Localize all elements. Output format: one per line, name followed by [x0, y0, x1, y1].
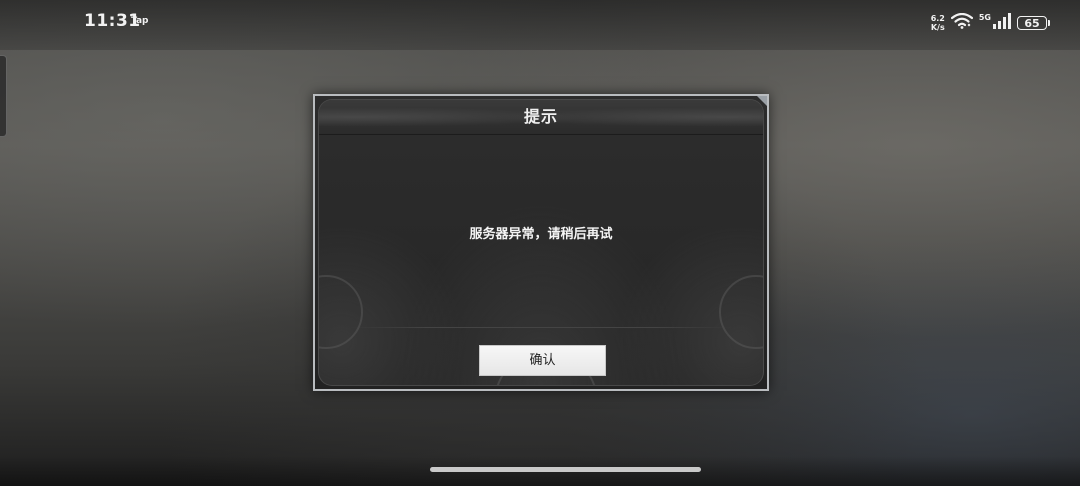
dialog-title: 提示 — [523, 107, 558, 126]
battery-icon: 65 — [1017, 16, 1050, 30]
dialog-message: 服务器异常，请稍后再试 — [469, 227, 613, 242]
home-indicator[interactable] — [430, 467, 701, 472]
network-speed-unit: K/s — [930, 23, 945, 32]
confirm-button[interactable]: 确认 — [479, 345, 606, 376]
cellular-signal-icon — [993, 13, 1011, 33]
dialog-panel: 提示 服务器异常，请稍后再试 确认 — [318, 99, 764, 386]
network-speed: 6.2 K/s — [931, 14, 945, 32]
wifi-icon — [950, 12, 973, 33]
game-screen: 11:31 Tap 6.2 K/s 5G 65 提示 服务器异常，请稍后再试 确… — [0, 0, 1080, 486]
dialog-header: 提示 — [319, 100, 763, 135]
status-indicators: 6.2 K/s 5G 65 — [931, 12, 1050, 34]
alert-dialog: 提示 服务器异常，请稍后再试 确认 — [313, 94, 769, 391]
battery-level: 65 — [1017, 16, 1047, 30]
ornament-right — [719, 275, 763, 349]
dialog-divider — [349, 327, 733, 328]
status-bar: 11:31 Tap 6.2 K/s 5G 65 — [0, 0, 1080, 50]
ornament-left — [319, 275, 363, 349]
network-type-label: 5G — [978, 13, 991, 22]
battery-tip — [1048, 20, 1050, 26]
network-speed-value: 6.2 — [930, 14, 945, 23]
status-app-label: Tap — [131, 16, 149, 26]
dialog-corner-mark — [757, 96, 767, 106]
side-edge-handle[interactable] — [0, 55, 7, 137]
